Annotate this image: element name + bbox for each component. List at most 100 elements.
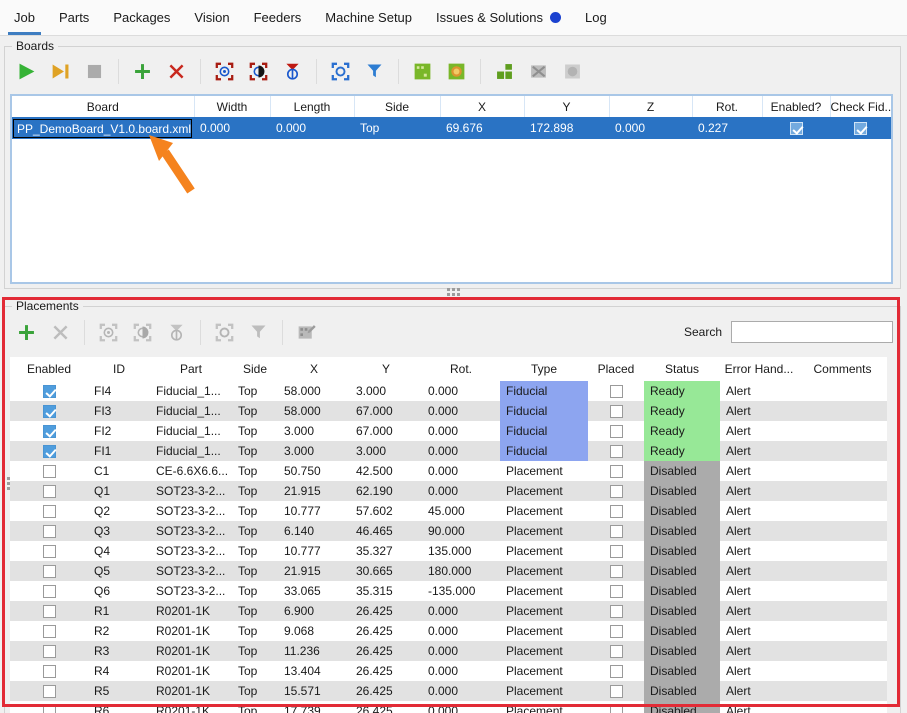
enabled-cell[interactable]: [10, 581, 88, 601]
tab-machine-setup[interactable]: Machine Setup: [325, 0, 412, 35]
tab-log[interactable]: Log: [585, 0, 607, 35]
part-cell[interactable]: SOT23-3-2...: [150, 561, 232, 581]
placed-checkbox[interactable]: [610, 465, 623, 478]
status-cell[interactable]: Disabled: [644, 461, 720, 481]
y-cell[interactable]: 57.602: [350, 501, 422, 521]
placed-cell[interactable]: [588, 621, 644, 641]
id-cell[interactable]: FI4: [88, 381, 150, 401]
status-cell[interactable]: Disabled: [644, 701, 720, 713]
col-y[interactable]: Y: [524, 96, 609, 117]
board-z-cell[interactable]: 0.000: [609, 117, 692, 139]
col-x[interactable]: X: [440, 96, 524, 117]
y-cell[interactable]: 42.500: [350, 461, 422, 481]
step-job-button[interactable]: [46, 57, 75, 86]
side-cell[interactable]: Top: [232, 561, 278, 581]
placement-row-fi1[interactable]: FI1Fiducial_1...Top3.0003.0000.000Fiduci…: [10, 441, 887, 461]
placed-cell[interactable]: [588, 641, 644, 661]
status-cell[interactable]: Disabled: [644, 581, 720, 601]
part-cell[interactable]: Fiducial_1...: [150, 421, 232, 441]
placed-checkbox[interactable]: [610, 545, 623, 558]
y-cell[interactable]: 26.425: [350, 621, 422, 641]
id-cell[interactable]: FI2: [88, 421, 150, 441]
part-cell[interactable]: SOT23-3-2...: [150, 541, 232, 561]
type-cell[interactable]: Placement: [500, 681, 588, 701]
placement-row-r2[interactable]: R2R0201-1KTop9.06826.4250.000PlacementDi…: [10, 621, 887, 641]
board-enabled-cell[interactable]: [762, 117, 830, 139]
placed-checkbox[interactable]: [610, 645, 623, 658]
x-cell[interactable]: 11.236: [278, 641, 350, 661]
x-cell[interactable]: 3.000: [278, 421, 350, 441]
rot-cell[interactable]: 0.000: [422, 441, 500, 461]
id-cell[interactable]: R3: [88, 641, 150, 661]
error-handling-cell[interactable]: Alert: [720, 541, 798, 561]
error-handling-cell[interactable]: Alert: [720, 681, 798, 701]
type-cell[interactable]: Placement: [500, 461, 588, 481]
rot-cell[interactable]: 90.000: [422, 521, 500, 541]
capture-camera-location-button[interactable]: [326, 57, 355, 86]
rot-cell[interactable]: 0.000: [422, 481, 500, 501]
side-cell[interactable]: Top: [232, 541, 278, 561]
board-side-cell[interactable]: Top: [354, 117, 440, 139]
type-cell[interactable]: Placement: [500, 481, 588, 501]
x-cell[interactable]: 17.739: [278, 701, 350, 713]
board-check-fid-checkbox[interactable]: [854, 122, 867, 135]
status-cell[interactable]: Disabled: [644, 641, 720, 661]
tab-job[interactable]: Job: [14, 0, 35, 35]
y-cell[interactable]: 3.000: [350, 441, 422, 461]
rot-cell[interactable]: 180.000: [422, 561, 500, 581]
error-handling-cell[interactable]: Alert: [720, 441, 798, 461]
capture-fiducial-button[interactable]: [210, 57, 239, 86]
error-handling-cell[interactable]: Alert: [720, 401, 798, 421]
enabled-checkbox[interactable]: [43, 465, 56, 478]
enabled-cell[interactable]: [10, 441, 88, 461]
enabled-checkbox[interactable]: [43, 445, 56, 458]
error-handling-cell[interactable]: Alert: [720, 641, 798, 661]
status-cell[interactable]: Disabled: [644, 501, 720, 521]
status-cell[interactable]: Disabled: [644, 621, 720, 641]
placed-cell[interactable]: [588, 461, 644, 481]
x-cell[interactable]: 15.571: [278, 681, 350, 701]
tab-parts[interactable]: Parts: [59, 0, 89, 35]
x-cell[interactable]: 10.777: [278, 541, 350, 561]
placed-checkbox[interactable]: [610, 385, 623, 398]
error-handling-cell[interactable]: Alert: [720, 461, 798, 481]
placed-cell[interactable]: [588, 441, 644, 461]
comments-cell[interactable]: [798, 681, 887, 701]
placement-row-r4[interactable]: R4R0201-1KTop13.40426.4250.000PlacementD…: [10, 661, 887, 681]
comments-cell[interactable]: [798, 561, 887, 581]
placed-checkbox[interactable]: [610, 405, 623, 418]
status-cell[interactable]: Disabled: [644, 681, 720, 701]
placement-row-q6[interactable]: Q6SOT23-3-2...Top33.06535.315-135.000Pla…: [10, 581, 887, 601]
part-cell[interactable]: R0201-1K: [150, 681, 232, 701]
x-cell[interactable]: 10.777: [278, 501, 350, 521]
error-handling-cell[interactable]: Alert: [720, 421, 798, 441]
x-cell[interactable]: 21.915: [278, 561, 350, 581]
capture-fiducial-partial-button[interactable]: [244, 57, 273, 86]
placement-row-q2[interactable]: Q2SOT23-3-2...Top10.77757.60245.000Place…: [10, 501, 887, 521]
x-cell[interactable]: 3.000: [278, 441, 350, 461]
enabled-checkbox[interactable]: [43, 625, 56, 638]
type-cell[interactable]: Placement: [500, 561, 588, 581]
enabled-cell[interactable]: [10, 661, 88, 681]
col-board[interactable]: Board: [12, 96, 194, 117]
placed-cell[interactable]: [588, 561, 644, 581]
enabled-cell[interactable]: [10, 621, 88, 641]
side-cell[interactable]: Top: [232, 461, 278, 481]
type-cell[interactable]: Fiducial: [500, 381, 588, 401]
type-cell[interactable]: Placement: [500, 521, 588, 541]
enabled-checkbox[interactable]: [43, 605, 56, 618]
type-cell[interactable]: Placement: [500, 641, 588, 661]
part-cell[interactable]: R0201-1K: [150, 621, 232, 641]
placed-cell[interactable]: [588, 481, 644, 501]
col-z[interactable]: Z: [609, 96, 692, 117]
comments-cell[interactable]: [798, 521, 887, 541]
side-cell[interactable]: Top: [232, 641, 278, 661]
part-cell[interactable]: SOT23-3-2...: [150, 481, 232, 501]
placement-row-r6[interactable]: R6R0201-1KTop17.73926.4250.000PlacementD…: [10, 701, 887, 713]
y-cell[interactable]: 26.425: [350, 701, 422, 713]
side-cell[interactable]: Top: [232, 521, 278, 541]
col-comments[interactable]: Comments: [798, 357, 887, 381]
placed-checkbox[interactable]: [610, 665, 623, 678]
board-enabled-checkbox[interactable]: [790, 122, 803, 135]
comments-cell[interactable]: [798, 461, 887, 481]
